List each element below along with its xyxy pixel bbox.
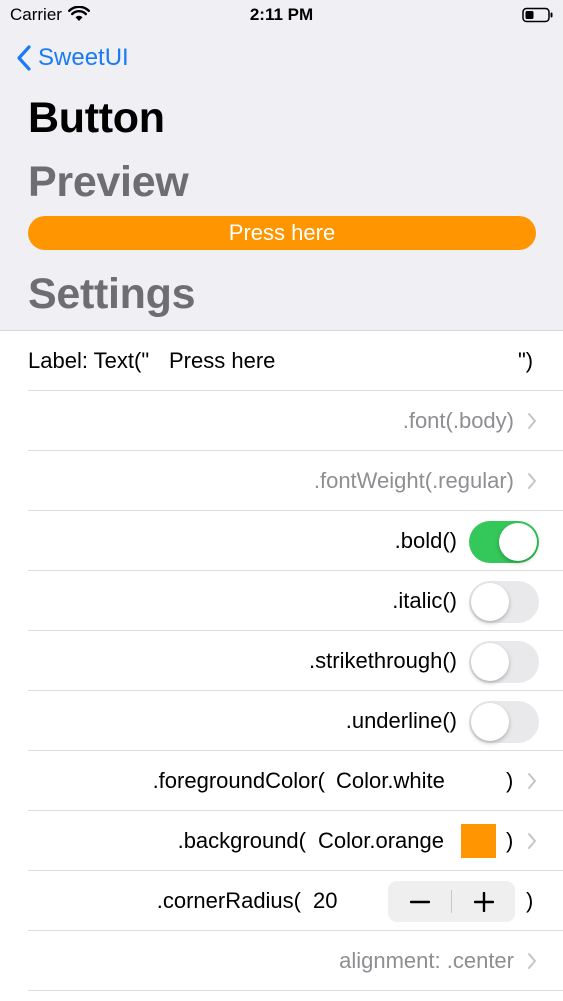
label-text-field[interactable]: Press here — [169, 331, 275, 391]
underline-row: .underline() — [0, 691, 563, 751]
bold-toggle[interactable] — [469, 521, 539, 563]
status-bar: Carrier 2:11 PM — [0, 0, 563, 30]
font-weight-row[interactable]: .fontWeight(.regular) — [0, 451, 563, 511]
underline-toggle[interactable] — [469, 701, 539, 743]
decrement-button[interactable] — [388, 881, 451, 922]
back-button[interactable]: SweetUI — [16, 42, 129, 74]
chevron-right-icon — [528, 953, 536, 969]
background-suffix: ) — [506, 828, 514, 853]
foreground-color-row[interactable]: .foregroundColor( Color.white ) — [0, 751, 563, 811]
corner-radius-row: .cornerRadius( 20 ) — [0, 871, 563, 931]
foreground-value: Color.white — [336, 768, 445, 793]
settings-list: Label: Text(" Press here ") .font(.body)… — [0, 330, 563, 1001]
label-suffix: ") — [518, 348, 534, 373]
settings-header: Settings — [28, 270, 196, 318]
preview-header: Preview — [28, 158, 189, 206]
back-button-label: SweetUI — [38, 44, 129, 71]
increment-button[interactable] — [452, 881, 515, 922]
plus-icon — [473, 891, 494, 912]
bold-label: .bold() — [394, 528, 457, 553]
chevron-right-icon — [528, 413, 536, 429]
corner-radius-stepper — [388, 881, 515, 922]
row-separator — [28, 990, 563, 991]
battery-icon — [522, 7, 553, 23]
alignment-value: alignment: .center — [339, 948, 514, 973]
preview-button-label: Press here — [228, 220, 336, 245]
corner-radius-value: 20 — [313, 888, 338, 913]
strikethrough-label: .strikethrough() — [309, 648, 457, 673]
foreground-prefix: .foregroundColor( — [152, 768, 325, 793]
chevron-right-icon — [528, 833, 536, 849]
chevron-right-icon — [528, 473, 536, 489]
font-row[interactable]: .font(.body) — [0, 391, 563, 451]
label-row: Label: Text(" Press here ") — [0, 331, 563, 391]
font-value: .font(.body) — [402, 408, 514, 433]
toggle-knob — [471, 643, 509, 681]
chevron-left-icon — [17, 45, 31, 71]
toggle-knob — [499, 523, 537, 561]
bold-row: .bold() — [0, 511, 563, 571]
background-color-row[interactable]: .background( Color.orange ) — [0, 811, 563, 871]
toggle-knob — [471, 583, 509, 621]
italic-toggle[interactable] — [469, 581, 539, 623]
italic-row: .italic() — [0, 571, 563, 631]
background-value: Color.orange — [318, 828, 444, 853]
status-time: 2:11 PM — [249, 5, 314, 24]
chevron-right-icon — [528, 773, 536, 789]
corner-radius-prefix: .cornerRadius( — [156, 888, 301, 913]
label-prefix: Label: Text(" — [28, 348, 150, 373]
strikethrough-row: .strikethrough() — [0, 631, 563, 691]
background-prefix: .background( — [177, 828, 306, 853]
toggle-knob — [471, 703, 509, 741]
navigation-bar: SweetUI — [0, 36, 563, 80]
foreground-suffix: ) — [506, 768, 514, 793]
font-weight-value: .fontWeight(.regular) — [313, 468, 514, 493]
minus-icon — [409, 900, 430, 903]
italic-label: .italic() — [392, 588, 457, 613]
background-color-swatch — [461, 824, 496, 858]
alignment-row[interactable]: alignment: .center — [0, 931, 563, 991]
strikethrough-toggle[interactable] — [469, 641, 539, 683]
page-title: Button — [28, 94, 165, 142]
preview-button[interactable]: Press here — [28, 216, 536, 250]
corner-radius-suffix: ) — [526, 888, 534, 913]
underline-label: .underline() — [345, 708, 457, 733]
